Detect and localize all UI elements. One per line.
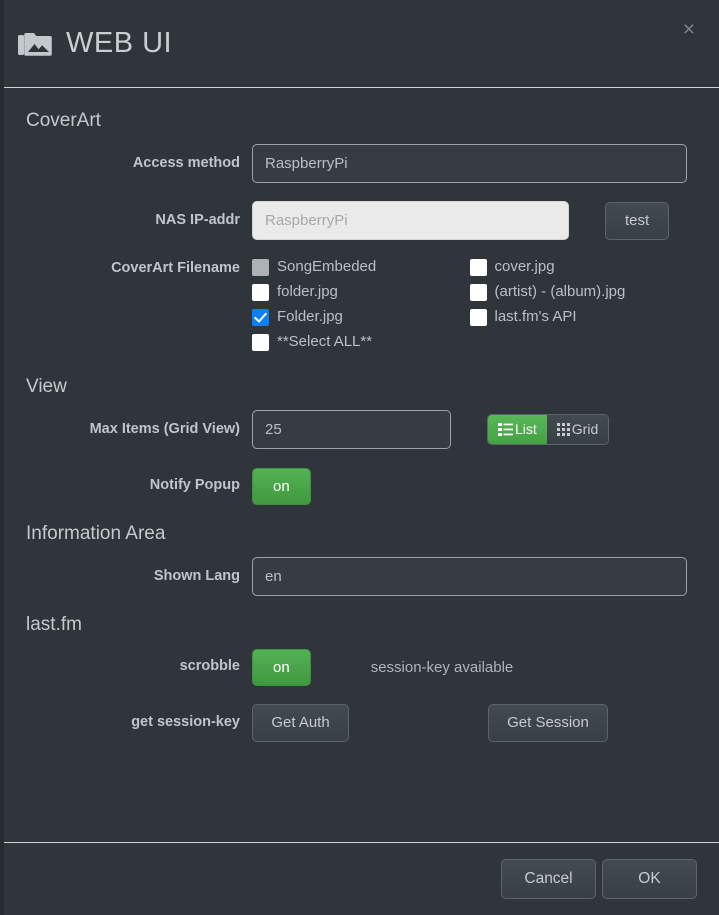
checkbox-label: SongEmbeded: [277, 258, 377, 275]
checkbox-label: cover.jpg: [494, 258, 555, 275]
dialog-body: CoverArt Access method NAS IP-addr test …: [0, 88, 719, 842]
dialog-header: WEB UI ×: [0, 0, 719, 88]
dialog-footer: Cancel OK: [0, 842, 719, 915]
checkbox-cover-jpg[interactable]: cover.jpg: [469, 258, 688, 276]
checkbox-box[interactable]: [252, 258, 269, 276]
section-title-information-area: Information Area: [26, 523, 166, 544]
view-mode-grid-button[interactable]: Grid: [546, 414, 609, 445]
web-ui-dialog: WEB UI × CoverArt Access method NAS IP-a…: [0, 0, 719, 915]
section-title-lastfm: last.fm: [26, 614, 82, 635]
row-scrobble: scrobble on session-key available: [24, 648, 695, 686]
row-coverart-filename: CoverArt Filename SongEmbeded cover.jpg …: [24, 258, 695, 358]
row-access-method: Access method: [24, 144, 695, 183]
shown-lang-input[interactable]: [252, 557, 687, 596]
checkbox-box[interactable]: [252, 283, 269, 301]
label-get-session-key: get session-key: [131, 714, 240, 731]
nas-ip-input[interactable]: [252, 201, 569, 240]
row-shown-lang: Shown Lang: [24, 557, 695, 596]
cancel-button[interactable]: Cancel: [501, 858, 596, 900]
photo-library-icon: [18, 29, 52, 59]
notify-popup-toggle[interactable]: on: [252, 467, 311, 505]
label-notify-popup: Notify Popup: [149, 477, 240, 494]
row-max-items: Max Items (Grid View) 25 List Grid: [24, 410, 695, 449]
label-max-items: Max Items (Grid View): [89, 420, 240, 437]
test-button[interactable]: test: [605, 201, 670, 240]
checkbox-box[interactable]: [469, 283, 487, 301]
checkbox-label: folder.jpg: [277, 283, 338, 300]
checkbox-artist-album-jpg[interactable]: (artist) - (album).jpg: [469, 283, 688, 301]
checkbox-select-all[interactable]: **Select ALL**: [252, 333, 470, 351]
page-title: WEB UI: [66, 27, 173, 59]
view-mode-list-label: List: [515, 420, 537, 437]
row-nas-ip: NAS IP-addr test: [24, 201, 695, 240]
scrobble-toggle[interactable]: on: [252, 648, 311, 686]
section-title-coverart: CoverArt: [26, 110, 101, 131]
close-icon[interactable]: ×: [677, 15, 701, 44]
label-nas-ip: NAS IP-addr: [155, 211, 240, 228]
title-group: WEB UI: [18, 29, 172, 59]
checkbox-folder-jpg-upper[interactable]: Folder.jpg: [252, 308, 470, 326]
ok-button[interactable]: OK: [602, 858, 697, 900]
coverart-filename-checkbox-group: SongEmbeded cover.jpg folder.jpg (artist…: [252, 258, 687, 358]
checkbox-folder-jpg-lower[interactable]: folder.jpg: [252, 283, 470, 301]
checkbox-label: last.fm's API: [494, 308, 577, 325]
checkbox-label: **Select ALL**: [277, 333, 373, 350]
grid-icon: [556, 422, 570, 436]
section-title-view: View: [26, 376, 67, 397]
label-shown-lang: Shown Lang: [153, 567, 240, 584]
checkbox-box[interactable]: [252, 333, 269, 351]
checkbox-label: Folder.jpg: [277, 308, 343, 325]
get-session-button[interactable]: Get Session: [488, 704, 608, 742]
session-key-status: session-key available: [370, 658, 514, 676]
checkbox-lastfm-api[interactable]: last.fm's API: [469, 308, 688, 326]
view-mode-toggle: List Grid: [487, 413, 610, 446]
access-method-input[interactable]: [252, 144, 687, 183]
label-access-method: Access method: [132, 154, 240, 171]
checkbox-label: (artist) - (album).jpg: [494, 283, 626, 300]
label-scrobble: scrobble: [179, 658, 240, 675]
checkbox-songembeded[interactable]: SongEmbeded: [252, 258, 470, 276]
view-mode-grid-label: Grid: [571, 420, 599, 437]
left-edge-strip: [0, 0, 4, 915]
checkbox-box[interactable]: [469, 308, 487, 326]
row-notify-popup: Notify Popup on: [24, 467, 695, 505]
view-mode-list-button[interactable]: List: [488, 414, 547, 445]
label-coverart-filename: CoverArt Filename: [111, 260, 240, 276]
checkbox-box[interactable]: [469, 258, 487, 276]
checkbox-box[interactable]: [252, 308, 269, 326]
list-icon: [498, 422, 513, 436]
get-auth-button[interactable]: Get Auth: [252, 704, 349, 742]
row-get-session-key: get session-key Get Auth Get Session: [24, 704, 695, 742]
max-items-input[interactable]: [252, 410, 451, 449]
